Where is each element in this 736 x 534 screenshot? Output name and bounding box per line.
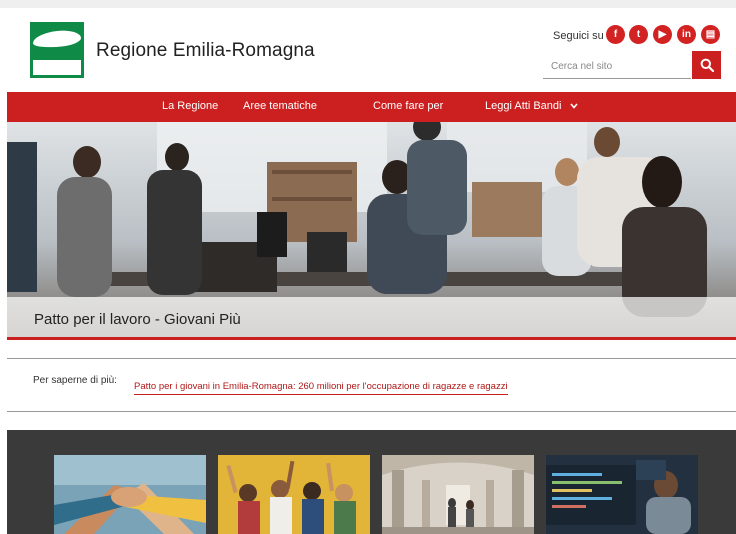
chevron-down-icon xyxy=(569,103,578,109)
featured-card-teamwork[interactable] xyxy=(54,455,206,534)
featured-card-coding[interactable] xyxy=(546,455,698,534)
nav-item-come-fare-per[interactable]: Come fare per xyxy=(373,100,443,112)
top-strip xyxy=(0,0,736,8)
hero-accent-bar xyxy=(7,337,736,340)
nav-item-la-regione[interactable]: La Regione xyxy=(162,100,218,112)
follow-label: Seguici su xyxy=(553,30,604,42)
hero-banner[interactable]: Patto per il lavoro - Giovani Più xyxy=(7,122,736,340)
main-nav: La Regione Aree tematiche Come fare per … xyxy=(7,92,736,122)
section-divider xyxy=(7,358,736,359)
youtube-icon[interactable]: ▶ xyxy=(653,25,672,44)
university-corridor-photo xyxy=(382,455,534,534)
site-title[interactable]: Regione Emilia-Romagna xyxy=(96,40,315,62)
nav-item-aree-tematiche[interactable]: Aree tematiche xyxy=(243,100,317,112)
featured-card-youth[interactable] xyxy=(218,455,370,534)
linkedin-icon[interactable]: in xyxy=(677,25,696,44)
hero-caption[interactable]: Patto per il lavoro - Giovani Più xyxy=(34,311,241,328)
search-input[interactable] xyxy=(543,55,691,79)
section-divider xyxy=(7,411,736,412)
facebook-icon[interactable]: f xyxy=(606,25,625,44)
teamwork-hands-photo xyxy=(54,455,206,534)
search-icon xyxy=(700,58,714,72)
nav-item-label: Leggi Atti Bandi xyxy=(485,100,562,112)
newsletter-icon[interactable]: ▤ xyxy=(701,25,720,44)
more-info-label: Per saperne di più: xyxy=(33,375,117,386)
featured-card-university[interactable] xyxy=(382,455,534,534)
twitter-icon[interactable]: t xyxy=(629,25,648,44)
youth-group-photo xyxy=(218,455,370,534)
more-info-link[interactable]: Patto per i giovani in Emilia-Romagna: 2… xyxy=(134,381,508,395)
nav-item-leggi-atti-bandi[interactable]: Leggi Atti Bandi xyxy=(485,100,578,112)
region-logo[interactable] xyxy=(30,22,84,78)
search-button[interactable] xyxy=(692,51,721,79)
coding-screens-photo xyxy=(546,455,698,534)
